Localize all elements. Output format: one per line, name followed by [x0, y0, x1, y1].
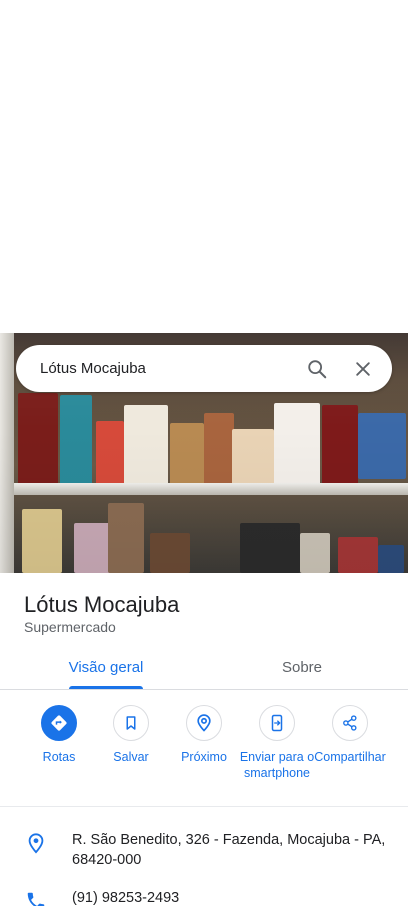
place-category: Supermercado — [24, 619, 116, 635]
close-icon — [356, 361, 370, 376]
send-to-phone-icon — [271, 714, 283, 732]
nearby-button[interactable]: Próximo — [166, 705, 242, 765]
search-bar[interactable]: Lótus Mocajuba — [16, 345, 392, 392]
save-button[interactable]: Salvar — [93, 705, 169, 765]
phone-icon — [27, 892, 45, 906]
directions-icon — [51, 715, 67, 731]
active-tab-indicator — [69, 686, 143, 689]
search-button[interactable] — [294, 346, 340, 392]
bookmark-icon — [126, 716, 136, 730]
tab-about[interactable]: Sobre — [202, 645, 402, 689]
phone-row[interactable]: (91) 98253-2493 — [0, 888, 408, 906]
action-label: Compartilhar — [314, 750, 386, 764]
tab-bar: Visão geral Sobre — [0, 645, 408, 690]
map-area[interactable] — [0, 0, 408, 333]
action-row: Rotas Salvar Próximo Enviar para o smart… — [0, 705, 408, 805]
action-label: Enviar para o smartphone — [239, 750, 315, 780]
send-to-phone-button[interactable]: Enviar para o smartphone — [239, 705, 315, 781]
share-button[interactable]: Compartilhar — [312, 705, 388, 765]
search-icon — [308, 359, 327, 378]
clear-search-button[interactable] — [340, 346, 386, 392]
nearby-icon — [197, 714, 211, 732]
address-text: R. São Benedito, 326 - Fazenda, Mocajuba… — [72, 832, 386, 868]
directions-button[interactable]: Rotas — [21, 705, 97, 765]
search-input[interactable]: Lótus Mocajuba — [16, 360, 294, 377]
share-icon — [343, 715, 357, 731]
action-label: Próximo — [181, 750, 227, 764]
action-label: Salvar — [113, 750, 149, 764]
phone-text: (91) 98253-2493 — [72, 890, 180, 906]
address-row[interactable]: R. São Benedito, 326 - Fazenda, Mocajuba… — [0, 830, 408, 870]
place-title: Lótus Mocajuba — [24, 592, 180, 617]
location-pin-icon — [28, 833, 44, 854]
section-divider — [0, 806, 408, 807]
tab-overview[interactable]: Visão geral — [6, 645, 206, 689]
action-label: Rotas — [42, 750, 76, 764]
